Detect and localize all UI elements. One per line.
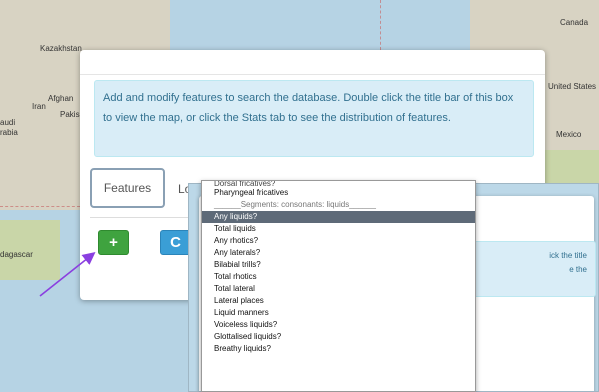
refresh-button[interactable]: C [160, 230, 191, 255]
dropdown-option[interactable]: Total liquids [202, 223, 475, 235]
dropdown-option-selected[interactable]: Any liquids? [202, 211, 475, 223]
dateline [380, 0, 381, 50]
info-alert: Add and modify features to search the da… [94, 80, 534, 157]
map-label-canada: Canada [560, 18, 589, 27]
dropdown-option[interactable]: Pharyngeal fricatives [202, 187, 475, 199]
dropdown-option[interactable]: Total lateral [202, 283, 475, 295]
dropdown-option[interactable]: Glottalised liquids? [202, 331, 475, 343]
dropdown-option[interactable]: Voiceless liquids? [202, 319, 475, 331]
dropdown-group-header: ______Segments: consonants: liquids_____… [214, 200, 376, 209]
equator-line [0, 206, 80, 207]
dropdown-option[interactable]: Bilabial trills? [202, 259, 475, 271]
dropdown-option[interactable]: Liquid manners [202, 307, 475, 319]
feature-select-dropdown[interactable]: Dorsal fricatives? Pharyngeal fricatives… [201, 180, 476, 392]
refresh-icon: C [170, 234, 181, 251]
map-label-kazakhstan: Kazakhstan [40, 44, 82, 53]
map-label-united-states: United States [548, 82, 597, 91]
map-label-mexico: Mexico [556, 130, 582, 139]
dropdown-option[interactable]: Any rhotics? [202, 235, 475, 247]
map-label-iran: Iran [32, 102, 46, 111]
plus-icon: + [109, 234, 118, 251]
dropdown-option[interactable]: Total rhotics [202, 271, 475, 283]
dropdown-option[interactable]: Any laterals? [202, 247, 475, 259]
panel-title-bar[interactable] [80, 74, 545, 75]
map-label-arabia: rabia [0, 128, 18, 137]
tab-features[interactable]: Features [90, 168, 165, 208]
add-feature-button[interactable]: + [98, 230, 129, 255]
map-label-saudi: audi [0, 118, 16, 127]
map-label-pakistan: Pakis [60, 110, 80, 119]
dropdown-option[interactable]: Lateral places [202, 295, 475, 307]
map-label-afghanistan: Afghan [48, 94, 74, 103]
map-label-madagascar: dagascar [0, 250, 33, 259]
dropdown-option[interactable]: Breathy liquids? [202, 343, 475, 355]
